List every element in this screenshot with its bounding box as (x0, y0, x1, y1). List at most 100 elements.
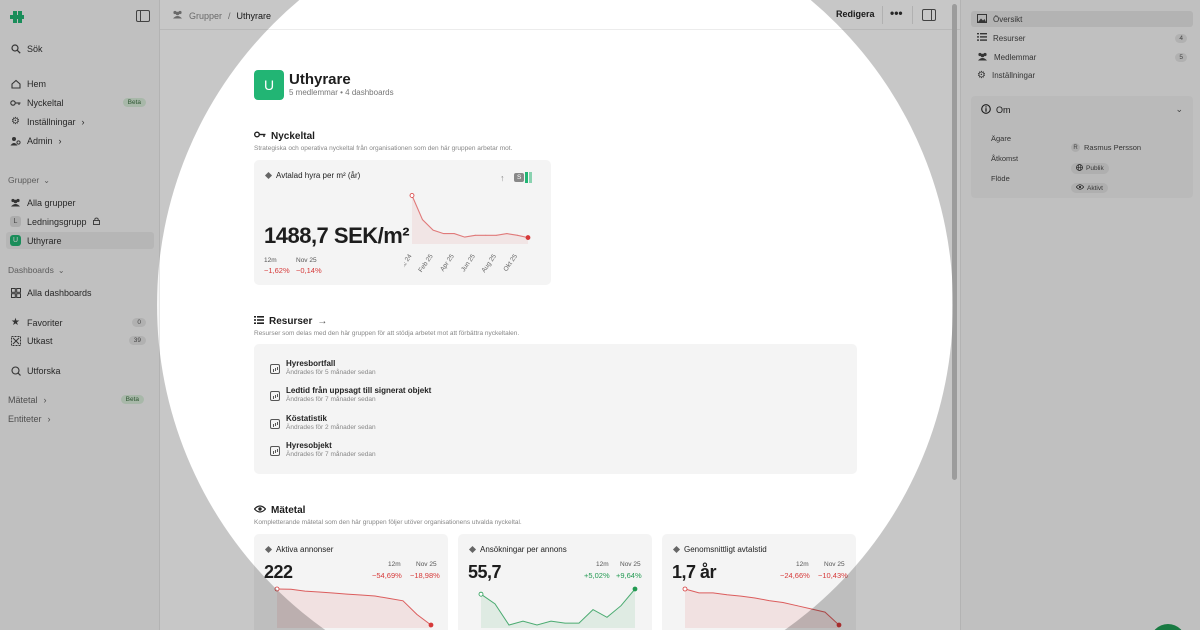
beta-badge: Beta (120, 395, 144, 404)
dashboard-icon (270, 446, 280, 456)
sidebar-item-label: Uthyrare (27, 235, 62, 246)
resources-count: 4 (1175, 33, 1187, 43)
breadcrumb-separator: / (228, 10, 231, 21)
chevron-down-icon: ⌄ (43, 175, 50, 185)
metric-card-header: Ansökningar per annons (468, 545, 567, 554)
dashboards-section-label[interactable]: Dashboards ⌄ (8, 265, 65, 275)
eye-icon (253, 505, 267, 516)
resource-updated: Ändrades för 7 månader sedan (286, 396, 376, 403)
about-panel: Om ⌄ Ägare R Rasmus Persson Åtkomst Publ… (971, 96, 1193, 198)
sidebar-item-label: Nyckeltal (27, 97, 64, 108)
drafts-count: 39 (128, 336, 146, 345)
kpi-line-chart[interactable]: Dec 24 Feb 25 Apr 25 Jun 25 Aug 25 Okt 25 (404, 186, 544, 281)
sidebar-item-all-groups[interactable]: Alla grupper (10, 194, 154, 211)
logo-icon[interactable] (10, 10, 24, 24)
sidebar-item-home[interactable]: Hem (10, 75, 154, 92)
home-icon (10, 78, 21, 89)
sparkline-point (632, 586, 638, 592)
resources-list: Hyresbortfall Ändrades för 5 månader sed… (254, 344, 857, 474)
edit-button[interactable]: Redigera (836, 9, 875, 19)
delta-label: 12m (264, 257, 277, 264)
toggle-option[interactable]: S (514, 173, 525, 182)
sidebar-item-all-dashboards[interactable]: Alla dashboards (10, 284, 154, 301)
sidebar-item-group-uthyrare[interactable]: U Uthyrare (6, 232, 154, 249)
metric-card-title: Genomsnittligt avtalstid (684, 545, 767, 554)
sparkline-point (682, 586, 688, 592)
metric-sparkline[interactable] (274, 586, 434, 628)
metric-sparkline[interactable] (682, 586, 842, 628)
list-item[interactable]: Köstatistik Ändrades för 2 månader sedan (270, 414, 670, 438)
metric-sparkline[interactable] (478, 586, 638, 628)
sidebar-item-explore[interactable]: Utforska (10, 362, 154, 379)
diamond-icon (672, 545, 681, 554)
trend-arrow-icon[interactable]: ↑ (500, 173, 505, 183)
sidebar-item-entities[interactable]: Entiteter › (8, 410, 152, 427)
sidebar-header (10, 8, 150, 26)
image-icon (977, 13, 987, 25)
tab-resources[interactable]: Resurser 4 (971, 30, 1193, 46)
search-nav[interactable]: Sök (10, 40, 154, 57)
main-scrollbar[interactable] (952, 4, 957, 480)
group-icon (977, 52, 988, 63)
sidebar-item-metrics[interactable]: Mätetal › Beta (8, 391, 152, 408)
eye-icon (1075, 184, 1085, 192)
sidebar-item-favorites[interactable]: ★ Favoriter 0 (10, 314, 154, 331)
lock-icon (92, 217, 100, 227)
collapse-sidebar-button[interactable] (136, 10, 150, 22)
kpi-section-title: Nyckeltal (271, 130, 315, 142)
list-icon (254, 316, 264, 327)
owner-value[interactable]: R Rasmus Persson (1071, 143, 1141, 152)
sidebar-item-label: Alla dashboards (27, 287, 92, 298)
tab-label: Medlemmar (994, 52, 1037, 62)
drafts-icon (10, 335, 21, 346)
explore-icon (10, 365, 21, 376)
beta-badge: Beta (122, 98, 146, 107)
delta-label: Nov 25 (296, 257, 317, 264)
tab-overview[interactable]: Översikt (971, 11, 1193, 27)
sidebar-item-drafts[interactable]: Utkast 39 (10, 332, 154, 349)
status-badge: Publik (1071, 163, 1109, 174)
kpi-section-description: Strategiska och operativa nyckeltal från… (254, 145, 513, 152)
x-tick-label: Aug 25 (480, 253, 498, 274)
metric-card[interactable]: Genomsnittligt avtalstid 1,7 år 12m −24,… (662, 534, 856, 630)
delta-value: −18,98% (410, 571, 440, 580)
resources-section-header[interactable]: Resurser → (254, 316, 327, 327)
breadcrumb-groups[interactable]: Grupper (189, 11, 222, 21)
list-item[interactable]: Hyresobjekt Ändrades för 7 månader sedan (270, 441, 670, 465)
about-flow-row: Flöde Aktivt (991, 174, 1181, 193)
sidebar-item-settings[interactable]: ⚙ Inställningar › (10, 113, 154, 130)
sidebar-item-kpis[interactable]: Nyckeltal Beta (10, 94, 154, 111)
sparkline-area (685, 589, 839, 628)
more-options-button[interactable]: ••• (890, 6, 903, 20)
toggle-right-panel-button[interactable] (922, 9, 936, 21)
metric-card[interactable]: Ansökningar per annons 55,7 12m +5,02% N… (458, 534, 652, 630)
list-item[interactable]: Hyresbortfall Ändrades för 5 månader sed… (270, 359, 670, 383)
gear-icon: ⚙ (11, 116, 20, 127)
sparkline-point (836, 622, 842, 628)
tab-settings[interactable]: ⚙ Inställningar (971, 67, 1193, 83)
delta-label: 12m (796, 561, 809, 568)
topbar: Grupper / Uthyrare Redigera ••• (160, 0, 960, 30)
metric-value: 222 (264, 562, 293, 582)
view-toggle[interactable]: S (514, 172, 533, 183)
group-avatar: L (10, 216, 21, 227)
chevron-right-icon: › (47, 413, 51, 424)
sidebar-item-label: Ledningsgrupp (27, 216, 87, 227)
sidebar-item-admin[interactable]: Admin › (10, 132, 154, 149)
list-item[interactable]: Ledtid från uppsagt till signerat objekt… (270, 386, 670, 410)
about-header[interactable]: Om (981, 104, 1011, 116)
diamond-icon (468, 545, 477, 554)
star-icon: ★ (11, 317, 20, 328)
tab-members[interactable]: Medlemmar 5 (971, 49, 1193, 65)
toggle-color-bar (525, 172, 529, 183)
flow-value: Aktivt (1071, 183, 1108, 193)
metric-card[interactable]: Aktiva annonser 222 12m −54,69% Nov 25 −… (254, 534, 448, 630)
sidebar-item-group-ledningsgrupp[interactable]: L Ledningsgrupp (10, 213, 154, 230)
toggle-color-bar (529, 172, 533, 183)
kpi-card[interactable]: Avtalad hyra per m² (år) ↑ S 1488,7 SEK/… (254, 160, 551, 285)
delta-value: −10,43% (818, 571, 848, 580)
groups-section-label[interactable]: Grupper ⌄ (8, 175, 50, 185)
resource-name: Hyresobjekt (286, 441, 332, 450)
access-label: Åtkomst (991, 154, 1019, 163)
chevron-down-icon[interactable]: ⌄ (1175, 104, 1183, 115)
